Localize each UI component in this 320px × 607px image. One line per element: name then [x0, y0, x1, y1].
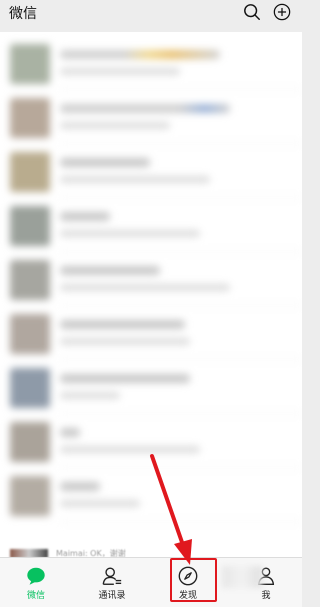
annotation-arrow-icon	[150, 454, 192, 565]
